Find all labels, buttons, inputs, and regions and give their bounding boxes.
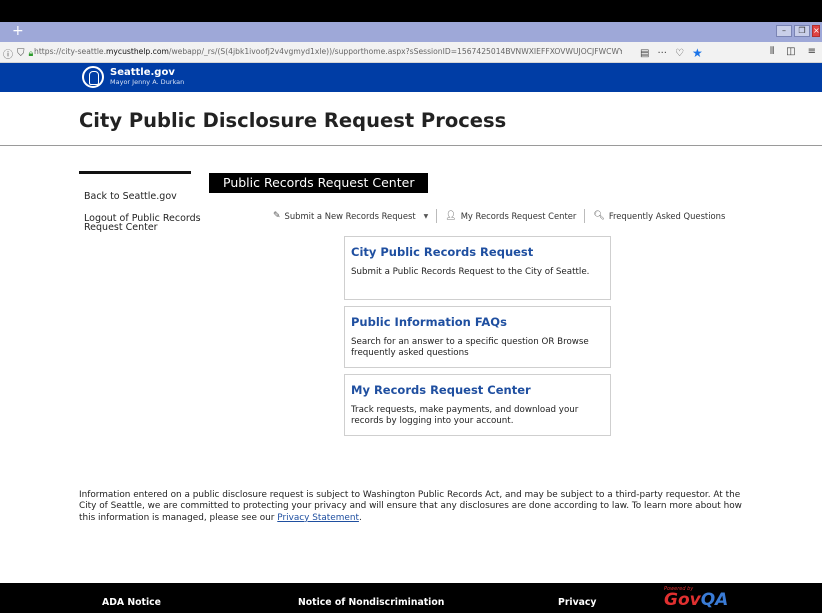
edit-icon: ✎ <box>273 211 281 221</box>
govqa-qa: QA <box>700 590 729 610</box>
site-name[interactable]: Seattle.gov <box>110 67 175 78</box>
faq-label: Frequently Asked Questions <box>608 211 726 221</box>
footer-privacy-link[interactable]: Privacy <box>558 597 597 608</box>
submit-request-label: Submit a New Records Request <box>284 211 416 221</box>
card-public-records-request[interactable]: City Public Records Request Submit a Pub… <box>344 236 611 300</box>
records-subnav: ✎ Submit a New Records Request ▼ 👤︎ My R… <box>273 209 725 223</box>
page-title: City Public Disclosure Request Process <box>79 109 507 132</box>
logout-link[interactable]: Logout of Public Records Request Center <box>84 214 204 233</box>
faq-link[interactable]: 🔍︎ Frequently Asked Questions <box>593 211 725 221</box>
govqa-gov: Gov <box>664 590 701 610</box>
disclaimer-end: . <box>358 512 362 523</box>
card-description: Track requests, make payments, and downl… <box>351 405 579 426</box>
browser-top-bar <box>0 0 822 22</box>
sidebar-divider <box>79 171 191 174</box>
search-icon: 🔍︎ <box>593 211 605 221</box>
govqa-logo[interactable]: Powered by GovQA <box>664 586 728 610</box>
site-footer: ADA Notice Notice of Nondiscrimination P… <box>0 583 822 613</box>
sidebar-icon[interactable]: ◫ <box>786 46 795 57</box>
site-info-icons[interactable]: ⓘ ⛉ 🔒︎ <box>3 46 33 61</box>
restore-icon[interactable]: ❐ <box>794 25 810 37</box>
page-actions-icon[interactable]: ··· <box>657 48 667 59</box>
lock-icon[interactable]: 🔒︎ <box>29 49 34 59</box>
subnav-separator <box>436 209 438 223</box>
library-icon[interactable]: ⫴ <box>770 46 774 57</box>
title-divider <box>0 145 822 146</box>
browser-toolbar: ⫴ ◫ ≡ <box>770 46 816 57</box>
card-title[interactable]: My Records Request Center <box>351 383 531 397</box>
new-tab-icon[interactable]: + <box>12 23 24 39</box>
web-page: Seattle.gov Mayor Jenny A. Durkan City P… <box>0 63 822 613</box>
minimize-icon[interactable]: – <box>776 25 792 37</box>
browser-tab-bar: + – ❐ × <box>0 22 822 42</box>
url-text[interactable]: https://city-seattle.mycusthelp.com/weba… <box>34 47 622 56</box>
privacy-statement-link[interactable]: Privacy Statement <box>277 513 359 523</box>
seattle-seal-icon[interactable] <box>82 66 104 88</box>
url-actions: ▤ ··· ♡ ★ <box>640 46 703 60</box>
menu-icon[interactable]: ≡ <box>808 46 816 57</box>
footer-ada-notice-link[interactable]: ADA Notice <box>102 597 161 608</box>
bookmark-star-icon[interactable]: ★ <box>692 46 703 60</box>
card-description: Submit a Public Records Request to the C… <box>351 267 590 277</box>
shield-icon[interactable]: ⛉ <box>17 48 25 59</box>
card-title[interactable]: Public Information FAQs <box>351 315 507 329</box>
browser-nav-bar: ⓘ ⛉ 🔒︎ https://city-seattle.mycusthelp.c… <box>0 42 822 63</box>
user-icon: 👤︎ <box>445 211 457 221</box>
card-public-information-faqs[interactable]: Public Information FAQs Search for an an… <box>344 306 611 368</box>
my-records-center-label: My Records Request Center <box>460 211 577 221</box>
card-title[interactable]: City Public Records Request <box>351 245 533 259</box>
close-icon[interactable]: × <box>812 25 820 37</box>
mayor-name: Mayor Jenny A. Durkan <box>110 78 185 86</box>
card-my-records-request-center[interactable]: My Records Request Center Track requests… <box>344 374 611 436</box>
govqa-wordmark: GovQA <box>664 591 728 609</box>
my-records-center-link[interactable]: 👤︎ My Records Request Center <box>445 211 576 221</box>
pocket-icon[interactable]: ♡ <box>675 48 684 59</box>
footer-nondiscrimination-link[interactable]: Notice of Nondiscrimination <box>298 597 444 608</box>
site-header: Seattle.gov Mayor Jenny A. Durkan <box>0 63 822 92</box>
disclaimer-text: Information entered on a public disclosu… <box>79 490 742 523</box>
card-description: Search for an answer to a specific quest… <box>351 337 589 358</box>
back-to-seattle-link[interactable]: Back to Seattle.gov <box>84 192 177 202</box>
caret-down-icon: ▼ <box>423 212 429 220</box>
subnav-separator <box>584 209 586 223</box>
section-title: Public Records Request Center <box>209 173 429 193</box>
submit-request-menu[interactable]: ✎ Submit a New Records Request ▼ <box>273 211 428 221</box>
window-controls: – ❐ × <box>776 25 820 37</box>
info-icon[interactable]: ⓘ <box>3 46 13 61</box>
address-bar[interactable]: ⓘ ⛉ 🔒︎ https://city-seattle.mycusthelp.c… <box>0 42 710 63</box>
privacy-disclaimer: Information entered on a public disclosu… <box>79 490 759 524</box>
reader-view-icon[interactable]: ▤ <box>640 48 649 59</box>
